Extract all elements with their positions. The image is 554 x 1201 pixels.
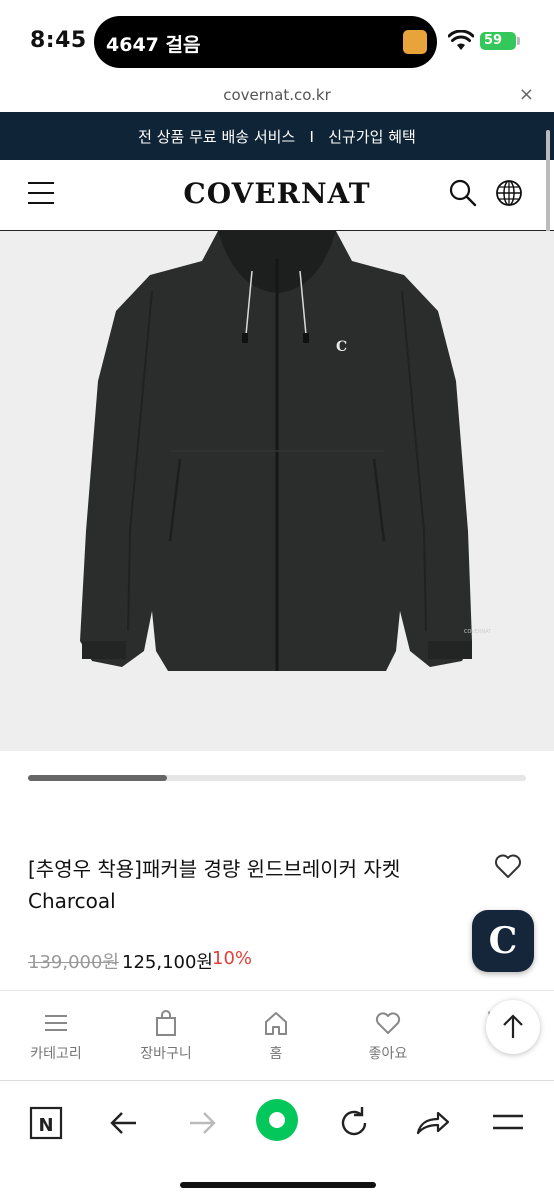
site-bottom-nav: 카테고리 장바구니 홈 좋아요 W	[0, 990, 554, 1081]
refresh-icon[interactable]	[334, 1103, 374, 1143]
product-image[interactable]: C COVERNAT	[0, 231, 554, 751]
green-dot-button-icon[interactable]	[254, 1097, 300, 1143]
home-icon	[265, 1012, 287, 1035]
discount-rate: 10%	[212, 948, 253, 969]
chat-logo-icon: C	[488, 920, 518, 962]
product-title: [추영우 착용]패커블 경량 윈드브레이커 자켓 Charcoal	[28, 853, 468, 917]
product-title-line2: Charcoal	[28, 889, 116, 913]
close-icon[interactable]: ×	[519, 84, 534, 105]
step-count-activity: 4647 걸음	[106, 34, 201, 56]
url-text[interactable]: covernat.co.kr	[0, 86, 554, 104]
battery-tip	[517, 37, 520, 45]
shopping-bag-icon	[156, 1010, 176, 1036]
scroll-to-top-button[interactable]	[486, 1000, 540, 1054]
heart-icon	[375, 1012, 401, 1034]
svg-text:C: C	[336, 339, 347, 355]
nav-item-home[interactable]: 홈	[226, 1009, 326, 1063]
back-arrow-icon[interactable]	[104, 1103, 144, 1143]
naver-n-icon[interactable]: N	[26, 1103, 66, 1143]
menu-lines-icon	[45, 1015, 67, 1031]
arrow-up-icon	[503, 1014, 523, 1038]
activity-app-icon	[403, 30, 427, 54]
jacket-image: C COVERNAT	[80, 231, 492, 671]
nav-label-likes: 좋아요	[368, 1046, 408, 1062]
sale-price: 125,100원	[122, 952, 213, 973]
svg-text:N: N	[38, 1115, 53, 1136]
image-slider-thumb[interactable]	[28, 775, 167, 781]
nav-item-cart[interactable]: 장바구니	[116, 1009, 216, 1063]
chat-button[interactable]: C	[472, 910, 534, 972]
nav-item-category[interactable]: 카테고리	[6, 1009, 106, 1063]
nav-label-category: 카테고리	[30, 1046, 82, 1062]
original-price: 139,000원	[28, 952, 119, 973]
share-icon[interactable]	[412, 1103, 452, 1143]
forward-arrow-icon[interactable]	[182, 1103, 222, 1143]
browser-url-bar[interactable]: covernat.co.kr ×	[0, 82, 554, 113]
wishlist-heart-icon[interactable]	[494, 853, 522, 879]
nav-label-cart: 장바구니	[140, 1046, 192, 1062]
svg-text:COVERNAT: COVERNAT	[464, 629, 492, 635]
globe-icon[interactable]	[494, 178, 524, 208]
dynamic-island[interactable]: 4647 걸음	[94, 16, 437, 68]
nav-item-likes[interactable]: 좋아요	[338, 1009, 438, 1063]
menu-icon[interactable]	[488, 1103, 528, 1143]
status-bar: 8:45 4647 걸음 59	[0, 0, 554, 82]
product-title-line1: [추영우 착용]패커블 경량 윈드브레이커 자켓	[28, 857, 401, 881]
nav-label-home: 홈	[269, 1046, 283, 1062]
promo-text[interactable]: 전 상품 무료 배송 서비스 I 신규가입 혜택	[0, 126, 554, 147]
home-indicator[interactable]	[180, 1182, 376, 1188]
battery-indicator: 59	[480, 32, 516, 50]
site-header: COVERNAT	[0, 160, 554, 231]
clock: 8:45	[30, 28, 87, 53]
promo-banner[interactable]: 전 상품 무료 배송 서비스 I 신규가입 혜택	[0, 112, 554, 160]
wifi-icon	[448, 30, 474, 50]
search-icon[interactable]	[448, 178, 478, 208]
